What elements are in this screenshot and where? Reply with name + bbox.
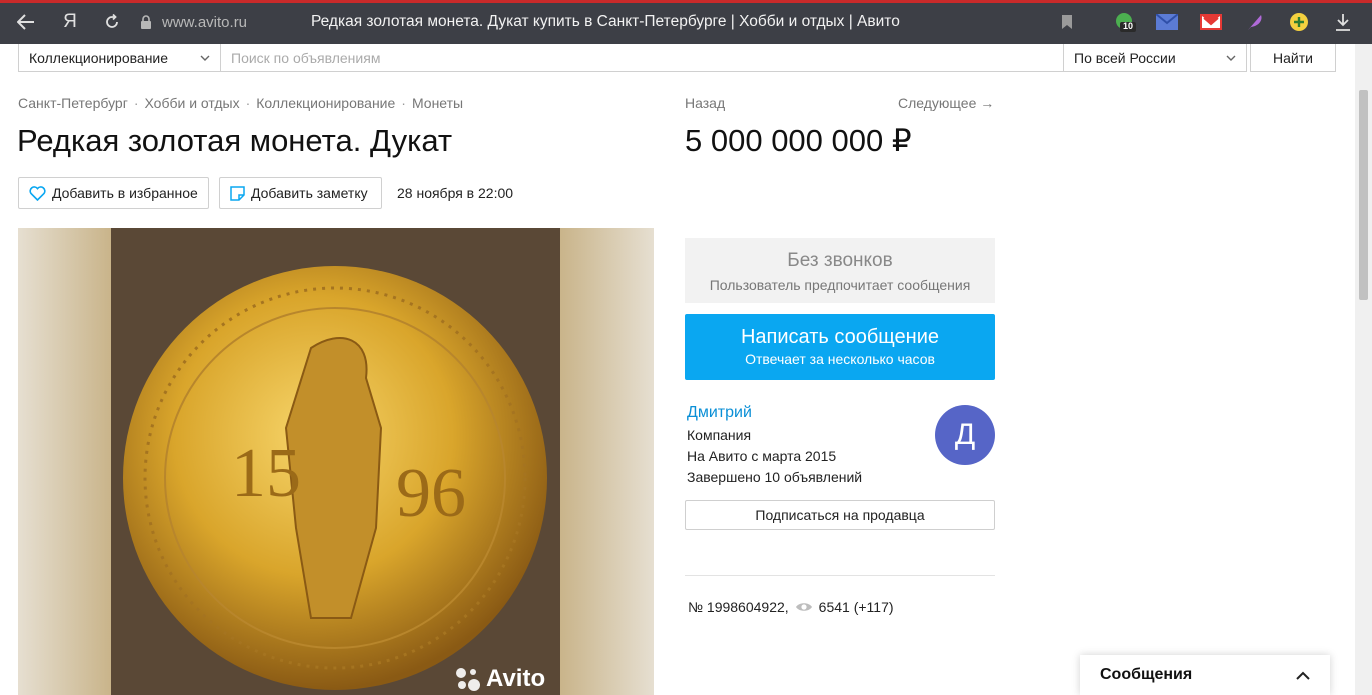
- message-subtitle: Отвечает за несколько часов: [745, 351, 935, 367]
- photo-main: 15 96: [111, 228, 560, 695]
- write-message-button[interactable]: Написать сообщение Отвечает за несколько…: [685, 314, 995, 380]
- no-calls-subtitle: Пользователь предпочитает сообщения: [709, 277, 971, 293]
- divider: [685, 575, 995, 576]
- listing-price: 5 000 000 000 ₽: [685, 123, 912, 158]
- listing-meta: № 1998604922, 6541 (+117): [688, 599, 894, 615]
- address-bar[interactable]: www.avito.ru: [140, 8, 247, 36]
- plus-extension-icon[interactable]: [1288, 11, 1310, 33]
- breadcrumb-separator: ·: [401, 95, 406, 111]
- seller-info: Дмитрий Компания На Авито с марта 2015 З…: [687, 404, 862, 485]
- tab-indicator: [0, 0, 1372, 3]
- category-select[interactable]: Коллекционирование: [18, 44, 221, 72]
- scrollbar[interactable]: [1355, 44, 1372, 695]
- subscribe-button[interactable]: Подписаться на продавца: [685, 500, 995, 530]
- browser-toolbar: Я www.avito.ru Редкая золотая монета. Ду…: [0, 0, 1372, 44]
- gmail-icon[interactable]: [1200, 11, 1222, 33]
- reload-icon[interactable]: [102, 10, 122, 34]
- views-count: 6541 (+117): [818, 599, 894, 615]
- search-input[interactable]: Поиск по объявлениям: [221, 44, 1064, 72]
- listing-title: Редкая золотая монета. Дукат: [17, 123, 453, 158]
- lock-icon: [141, 14, 151, 29]
- yandex-icon[interactable]: Я: [60, 10, 80, 34]
- mail-icon[interactable]: [1156, 11, 1178, 33]
- listing-photo[interactable]: 15 96 Avito: [18, 228, 654, 695]
- page-content: Коллекционирование Поиск по объявлениям …: [0, 44, 1355, 695]
- region-select[interactable]: По всей России: [1064, 44, 1247, 72]
- listing-date: 28 ноября в 22:00: [397, 185, 514, 201]
- feather-icon[interactable]: [1244, 11, 1266, 33]
- heart-icon: [29, 185, 46, 201]
- svg-text:96: 96: [396, 455, 466, 532]
- back-arrow-icon[interactable]: [14, 10, 38, 34]
- seller-type: Компания: [687, 427, 752, 443]
- messages-label: Сообщения: [1100, 666, 1193, 683]
- find-button[interactable]: Найти: [1250, 44, 1336, 72]
- breadcrumb-item[interactable]: Монеты: [412, 95, 463, 111]
- avito-logo-icon: [456, 668, 480, 691]
- scrollbar-thumb[interactable]: [1359, 90, 1368, 300]
- photo-blur-left: [18, 228, 111, 695]
- breadcrumb-item[interactable]: Коллекционирование: [256, 95, 395, 111]
- extension-badge-count: 10: [1123, 21, 1134, 31]
- extension-badge-icon[interactable]: 10: [1114, 11, 1136, 33]
- search-bar: Коллекционирование Поиск по объявлениям …: [18, 44, 1336, 72]
- breadcrumb-item[interactable]: Санкт-Петербург: [18, 95, 128, 111]
- breadcrumb-separator: ·: [245, 95, 251, 111]
- note-label: Добавить заметку: [251, 185, 368, 201]
- download-icon[interactable]: [1332, 11, 1354, 33]
- breadcrumb: Санкт-Петербург · Хобби и отдых · Коллек…: [18, 95, 463, 111]
- seller-completed: Завершено 10 объявлений: [687, 469, 863, 485]
- no-calls-title: Без звонков: [787, 250, 893, 271]
- back-link[interactable]: Назад: [685, 95, 725, 111]
- watermark-text: Avito: [486, 665, 546, 692]
- seller-since: На Авито с марта 2015: [687, 448, 837, 464]
- region-value: По всей России: [1074, 49, 1176, 66]
- add-favorite-button[interactable]: Добавить в избранное: [18, 177, 209, 209]
- tab-title: Редкая золотая монета. Дукат купить в Са…: [311, 13, 900, 30]
- chevron-up-icon[interactable]: [1296, 671, 1310, 680]
- message-title: Написать сообщение: [740, 326, 939, 348]
- next-link[interactable]: Следующее →: [898, 95, 994, 111]
- chevron-down-icon: [200, 55, 210, 61]
- eye-icon: [795, 603, 812, 611]
- messages-panel[interactable]: Сообщения: [1080, 655, 1330, 695]
- breadcrumb-item[interactable]: Хобби и отдых: [144, 95, 239, 111]
- category-value: Коллекционирование: [29, 49, 169, 66]
- listing-number: № 1998604922,: [688, 599, 789, 615]
- note-icon: [230, 185, 245, 201]
- seller-name[interactable]: Дмитрий: [687, 404, 862, 422]
- add-note-button[interactable]: Добавить заметку: [219, 177, 382, 209]
- no-calls-box: Без звонков Пользователь предпочитает со…: [685, 238, 995, 303]
- breadcrumb-separator: ·: [133, 95, 139, 111]
- avito-watermark: Avito: [455, 665, 545, 693]
- search-placeholder: Поиск по объявлениям: [231, 49, 381, 66]
- svg-text:15: 15: [231, 435, 301, 512]
- avatar[interactable]: Д: [935, 405, 995, 465]
- url-host: www.avito.ru: [162, 13, 248, 31]
- coin-image: 15 96: [111, 228, 560, 695]
- chevron-down-icon: [1226, 55, 1236, 61]
- favorite-label: Добавить в избранное: [52, 185, 198, 201]
- photo-blur-right: [560, 228, 654, 695]
- bookmark-icon[interactable]: [1056, 11, 1078, 33]
